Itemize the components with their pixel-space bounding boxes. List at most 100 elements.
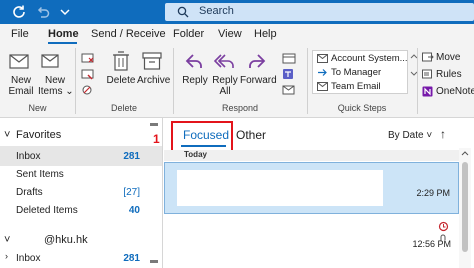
folder-sent-items[interactable]: Sent Items bbox=[0, 164, 162, 184]
tab-file[interactable]: File bbox=[11, 28, 29, 40]
message-list-scrollbar[interactable] bbox=[459, 148, 471, 268]
folder-name: Inbox bbox=[16, 253, 41, 264]
junk-icon[interactable] bbox=[81, 84, 95, 96]
reply-icon bbox=[185, 54, 202, 68]
tab-help[interactable]: Help bbox=[254, 28, 277, 40]
folder-name: Drafts bbox=[16, 187, 43, 198]
team-email-icon bbox=[317, 82, 328, 91]
new-email-button[interactable]: New Email bbox=[6, 75, 36, 97]
scroll-down-arrow[interactable] bbox=[150, 260, 158, 263]
undo-icon[interactable] bbox=[34, 3, 52, 21]
message-time: 2:29 PM bbox=[416, 188, 450, 198]
tab-view[interactable]: View bbox=[218, 28, 242, 40]
annotation-number: 1 bbox=[153, 132, 160, 146]
message-list: 1 Focused Other By Date ˅ ↑ Today 2:29 P… bbox=[153, 118, 474, 268]
sort-dropdown[interactable]: By Date ˅ bbox=[388, 130, 432, 141]
arrow-right-icon bbox=[318, 69, 327, 76]
message-item[interactable]: 2:29 PM bbox=[164, 162, 459, 214]
group-header-today: Today bbox=[164, 150, 459, 161]
sort-direction-icon[interactable]: ↑ bbox=[440, 127, 446, 141]
rules-button[interactable]: Rules bbox=[436, 69, 462, 80]
ignore-icon[interactable] bbox=[81, 52, 95, 64]
scroll-up-arrow[interactable] bbox=[150, 123, 158, 126]
tab-other[interactable]: Other bbox=[236, 128, 266, 142]
search-box[interactable]: Search bbox=[165, 3, 474, 21]
account-label: @hku.hk bbox=[44, 234, 88, 246]
cleanup-icon[interactable] bbox=[81, 68, 95, 80]
chevron-down-icon: ˅ bbox=[4, 129, 11, 141]
sort-label: By Date bbox=[388, 130, 424, 141]
draft-count: [27] bbox=[123, 187, 140, 198]
ribbon-tabs: File Home Send / Receive Folder View Hel… bbox=[0, 24, 474, 44]
folder-deleted-items[interactable]: Deleted Items 40 bbox=[0, 200, 162, 220]
quick-steps-gallery: Account System... To Manager Team Email bbox=[312, 50, 408, 94]
quick-step-team-email[interactable]: Team Email bbox=[331, 81, 381, 92]
reply-all-button[interactable]: Reply All bbox=[210, 75, 240, 97]
folder-account-inbox[interactable]: › Inbox 281 bbox=[0, 248, 162, 268]
more-respond-icon[interactable] bbox=[282, 84, 296, 96]
new-email-label: New Email bbox=[8, 75, 34, 97]
teams-icon[interactable] bbox=[282, 68, 296, 80]
folder-pane: ˅ Favorites Inbox 281 Sent Items Drafts … bbox=[0, 118, 163, 268]
new-items-label: New Items ⌄ bbox=[38, 75, 74, 97]
new-items-icon bbox=[41, 54, 59, 68]
favorites-label: Favorites bbox=[16, 129, 62, 141]
tab-home[interactable]: Home bbox=[48, 28, 79, 40]
onenote-icon bbox=[422, 86, 433, 97]
folder-name: Sent Items bbox=[16, 169, 64, 180]
meeting-request-icon bbox=[438, 221, 449, 232]
tab-folder[interactable]: Folder bbox=[173, 28, 204, 40]
forward-button[interactable]: Forward bbox=[240, 75, 277, 86]
group-label-quick-steps: Quick Steps bbox=[337, 103, 387, 113]
archive-icon bbox=[142, 52, 162, 70]
quick-step-account-system[interactable]: Account System... bbox=[331, 53, 408, 64]
chevron-down-icon: ˅ bbox=[426, 130, 433, 141]
archive-label: Archive bbox=[137, 75, 171, 86]
archive-button[interactable]: Archive bbox=[137, 75, 171, 86]
reply-label: Reply bbox=[182, 75, 208, 86]
scroll-up-icon[interactable] bbox=[461, 150, 469, 156]
scroll-thumb[interactable] bbox=[462, 162, 468, 252]
redacted-preview bbox=[177, 170, 383, 206]
quick-step-icon bbox=[317, 54, 328, 63]
group-label-respond: Respond bbox=[221, 103, 259, 113]
sync-icon[interactable] bbox=[10, 3, 28, 21]
message-time: 12:56 PM bbox=[412, 239, 451, 249]
chevron-right-icon: › bbox=[5, 251, 8, 261]
reply-all-label: Reply All bbox=[212, 75, 238, 97]
delete-button[interactable]: Delete bbox=[106, 75, 136, 86]
new-items-button[interactable]: New Items ⌄ bbox=[38, 75, 74, 97]
move-icon bbox=[422, 52, 434, 62]
search-placeholder: Search bbox=[199, 5, 234, 17]
forward-icon bbox=[249, 54, 266, 68]
chevron-down-icon: ˅ bbox=[4, 234, 11, 246]
customize-qat-icon[interactable] bbox=[56, 3, 74, 21]
new-email-icon bbox=[9, 54, 29, 69]
search-icon bbox=[177, 6, 189, 18]
delete-label: Delete bbox=[106, 75, 136, 86]
group-separator bbox=[417, 48, 418, 114]
move-button[interactable]: Move bbox=[436, 52, 460, 63]
tab-send-receive[interactable]: Send / Receive bbox=[91, 28, 166, 40]
unread-count: 281 bbox=[123, 151, 140, 162]
group-label: Today bbox=[184, 150, 207, 159]
forward-label: Forward bbox=[240, 75, 277, 86]
folder-name: Deleted Items bbox=[16, 205, 78, 216]
message-item[interactable]: 12:56 PM bbox=[164, 216, 459, 268]
unread-count: 281 bbox=[123, 253, 140, 264]
quick-step-to-manager[interactable]: To Manager bbox=[331, 67, 381, 78]
folder-name: Inbox bbox=[16, 151, 41, 162]
unread-count: 40 bbox=[128, 205, 140, 216]
reply-all-icon bbox=[213, 54, 234, 68]
ribbon: New Email New Items ⌄ New Delete Archive D… bbox=[0, 44, 474, 118]
meeting-icon[interactable] bbox=[282, 52, 296, 64]
group-label-delete: Delete bbox=[110, 103, 137, 113]
onenote-button[interactable]: OneNote bbox=[436, 86, 474, 97]
reply-button[interactable]: Reply bbox=[181, 75, 209, 86]
folder-inbox[interactable]: Inbox 281 bbox=[0, 146, 162, 166]
delete-icon bbox=[113, 51, 129, 71]
rules-icon bbox=[422, 69, 432, 79]
title-bar: Search bbox=[0, 0, 474, 24]
group-label-new: New bbox=[28, 103, 47, 113]
folder-drafts[interactable]: Drafts [27] bbox=[0, 182, 162, 202]
